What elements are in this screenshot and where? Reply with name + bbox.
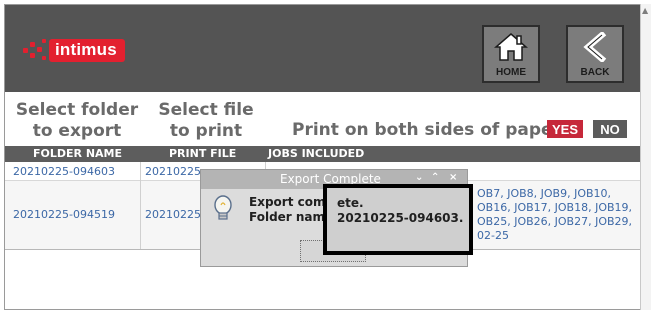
back-label: BACK xyxy=(580,67,610,78)
yes-toggle-button[interactable]: YES xyxy=(547,120,583,138)
lightbulb-icon xyxy=(214,195,232,220)
close-icon[interactable]: × xyxy=(449,172,457,183)
app-header: intimus HOME BACK xyxy=(5,5,640,92)
column-header-print-file: PRINT FILE xyxy=(169,147,237,160)
highlight-callout: ete. 20210225-094603. xyxy=(323,184,473,255)
back-button[interactable]: BACK xyxy=(566,25,624,83)
table-header: FOLDER NAME PRINT FILE JOBS INCLUDED xyxy=(5,146,640,162)
print-file-cell[interactable]: 20210225- xyxy=(145,208,205,221)
column-divider xyxy=(140,162,141,249)
callout-message: ete. 20210225-094603. xyxy=(337,196,464,225)
home-icon xyxy=(494,33,528,61)
folder-name-cell[interactable]: 20210225-094519 xyxy=(13,208,115,221)
select-file-title: Select file to print xyxy=(146,100,266,142)
folder-name-cell[interactable]: 20210225-094603 xyxy=(13,165,115,178)
scroll-up-icon[interactable]: ▲ xyxy=(642,6,648,16)
select-folder-title: Select folder to export xyxy=(12,100,142,142)
no-toggle-button[interactable]: NO xyxy=(593,120,627,138)
home-label: HOME xyxy=(496,67,526,78)
select-folder-line1: Select folder xyxy=(15,100,139,120)
logo: intimus xyxy=(23,38,125,62)
logo-dots-icon xyxy=(23,38,49,62)
column-header-folder: FOLDER NAME xyxy=(33,147,122,160)
maximize-icon[interactable]: ⌃ xyxy=(431,172,439,183)
vertical-scrollbar[interactable]: ▲ xyxy=(640,4,651,310)
select-folder-line2: to export xyxy=(32,121,122,141)
jobs-included-cell: OB7, JOB8, JOB9, JOB10, OB16, JOB17, JOB… xyxy=(477,187,633,242)
select-file-line2: to print xyxy=(169,121,243,141)
dialog-message: Export com Folder nam xyxy=(249,195,326,224)
print-both-sides-label: Print on both sides of paper xyxy=(292,120,561,140)
select-file-line1: Select file xyxy=(158,100,254,120)
home-button[interactable]: HOME xyxy=(482,25,540,83)
print-file-cell[interactable]: 20210225- xyxy=(145,165,205,178)
back-arrow-icon xyxy=(583,32,607,62)
column-header-jobs: JOBS INCLUDED xyxy=(268,147,365,160)
minimize-icon[interactable]: ⌄ xyxy=(415,172,423,183)
logo-text: intimus xyxy=(49,38,125,62)
